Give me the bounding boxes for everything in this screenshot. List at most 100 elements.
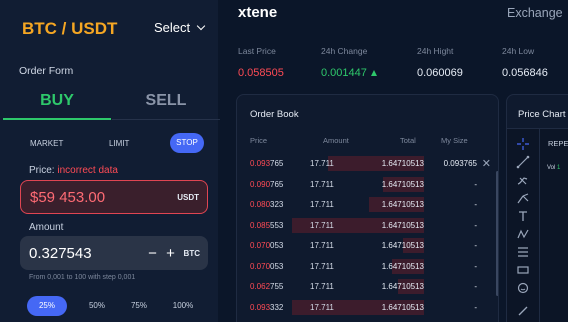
col-header-amount: Amount — [323, 136, 349, 145]
order-price: 0.093332 — [250, 303, 283, 312]
stat-value: 0.056846 — [502, 67, 548, 79]
ruler-icon[interactable] — [516, 304, 530, 318]
fib-icon[interactable] — [516, 245, 530, 259]
col-header-price: Price — [250, 136, 268, 145]
order-my-size: - — [474, 179, 477, 189]
percent-50-button[interactable]: 50% — [77, 296, 117, 316]
order-amount: 17.711 — [310, 159, 334, 168]
buy-tab[interactable]: BUY — [3, 90, 111, 120]
col-header-my-size: My Size — [441, 136, 468, 145]
pair-title: BTC / USDT — [22, 19, 118, 38]
pattern-icon[interactable] — [516, 227, 530, 241]
order-total: 1.64710513 — [381, 282, 424, 291]
crosshair-icon[interactable] — [516, 137, 530, 151]
amount-currency: BTC — [183, 248, 200, 258]
percent-75-button[interactable]: 75% — [119, 296, 159, 316]
percent-25-button[interactable]: 25% — [27, 296, 67, 316]
order-form-panel: BTC / USDT Select Order Form BUY SELL MA… — [0, 0, 220, 322]
drawing-toolbar — [507, 129, 540, 322]
order-price-suffix: 053 — [270, 241, 284, 250]
order-price-prefix: 0.093 — [250, 159, 271, 168]
order-book-row[interactable]: 0.090765 17.711 1.64710513 - — [237, 176, 498, 194]
exchange-link[interactable]: Exchange — [507, 6, 563, 20]
order-book-row[interactable]: 0.062755 17.711 1.64710513 - — [237, 279, 498, 296]
amount-input-value: 0.327543 — [29, 244, 92, 262]
order-total: 1.64710513 — [381, 302, 424, 312]
volume-label: Vol — [547, 165, 556, 171]
order-price: 0.080323 — [250, 200, 283, 209]
smile-icon[interactable] — [516, 281, 530, 295]
col-header-total: Total — [400, 136, 416, 145]
logo: xtene — [238, 4, 278, 21]
order-amount: 17.711 — [310, 261, 334, 271]
order-my-size: - — [474, 302, 477, 312]
order-price: 0.062755 — [250, 282, 283, 291]
sell-tab[interactable]: SELL — [112, 90, 220, 120]
stat-last-price: Last Price 0.058505 — [238, 46, 284, 79]
measure-icon[interactable] — [516, 263, 530, 277]
amount-label: Amount — [29, 222, 64, 233]
cancel-order-icon[interactable]: ✕ — [482, 157, 491, 170]
order-price-suffix: 765 — [270, 159, 284, 168]
price-input[interactable]: $59 453.00 USDT — [20, 180, 208, 214]
limit-order-tab[interactable]: LIMIT — [109, 139, 129, 148]
order-price-suffix: 755 — [270, 282, 284, 291]
decrement-button[interactable]: − — [144, 245, 162, 262]
market-order-tab[interactable]: MARKET — [30, 139, 63, 148]
order-book-row[interactable]: 0.080323 17.711 1.64710513 - — [237, 197, 498, 214]
order-price-prefix: 0.062 — [250, 282, 271, 291]
amount-hint: From 0,001 to 100 with step 0,001 — [29, 274, 136, 281]
order-book-row[interactable]: 0.070053 17.711 1.64710513 - — [237, 258, 498, 276]
percent-100-button[interactable]: 100% — [163, 296, 203, 316]
order-price-prefix: 0.080 — [250, 200, 271, 209]
pitchfork-icon[interactable] — [516, 191, 530, 205]
order-book-row[interactable]: 0.093765 17.711 1.64710513 0.093765 ✕ — [237, 156, 498, 173]
select-dropdown[interactable]: Select — [154, 20, 206, 35]
stat-label: 24h Low — [502, 46, 535, 56]
volume-indicator: Vol 1 — [547, 165, 560, 171]
order-book-scrollbar[interactable] — [496, 171, 498, 296]
order-total: 1.64710513 — [381, 179, 424, 189]
select-label: Select — [154, 20, 191, 35]
brush-icon[interactable] — [516, 173, 530, 187]
order-my-size: - — [474, 261, 477, 271]
order-my-size: 0.093765 — [443, 159, 477, 168]
text-icon[interactable] — [516, 209, 530, 223]
order-price: 0.070053 — [250, 241, 283, 250]
price-chart-panel: Price Chart REPE Vol 1 — [506, 94, 568, 322]
order-book-panel: Order Book Price Amount Total My Size 0.… — [236, 94, 499, 322]
price-label-text: Price: — [29, 165, 55, 176]
chart-body[interactable]: REPE Vol 1 — [507, 128, 568, 322]
order-price-prefix: 0.070 — [250, 241, 271, 250]
stop-order-tab[interactable]: STOP — [170, 133, 204, 153]
order-price-suffix: 332 — [270, 302, 284, 312]
order-book-row[interactable]: 0.085553 17.711 1.64710513 - — [237, 217, 498, 235]
order-amount: 17.711 — [310, 241, 334, 250]
order-amount: 17.711 — [310, 302, 334, 312]
stat-24h-low: 24h Low 0.056846 — [502, 46, 548, 79]
order-my-size: - — [474, 200, 477, 209]
increment-button[interactable]: + — [162, 245, 180, 262]
volume-value: 1 — [557, 165, 561, 171]
chevron-down-icon — [196, 21, 206, 31]
order-my-size: - — [474, 220, 477, 230]
order-book-title: Order Book — [250, 109, 299, 120]
order-price-prefix: 0.070 — [250, 261, 271, 271]
price-input-value: $59 453.00 — [30, 188, 106, 206]
chart-symbol: REPE — [548, 139, 568, 148]
order-amount: 17.711 — [310, 220, 334, 230]
order-price-suffix: 553 — [270, 220, 284, 230]
price-currency: USDT — [177, 192, 199, 202]
order-book-row[interactable]: 0.070053 17.711 1.64710513 - — [237, 238, 498, 255]
stat-value: 0.060069 — [417, 67, 463, 79]
order-book-row[interactable]: 0.093332 17.711 1.64710513 - — [237, 299, 498, 317]
order-amount: 17.711 — [310, 179, 334, 189]
amount-input[interactable]: 0.327543 − + BTC — [20, 236, 208, 270]
price-chart-title: Price Chart — [518, 109, 566, 120]
order-total: 1.64710513 — [381, 200, 424, 209]
order-total: 1.64710513 — [381, 261, 424, 271]
order-price: 0.090765 — [250, 180, 283, 189]
order-amount: 17.711 — [310, 200, 334, 209]
order-price-prefix: 0.085 — [250, 220, 271, 230]
trend-line-icon[interactable] — [516, 155, 530, 169]
